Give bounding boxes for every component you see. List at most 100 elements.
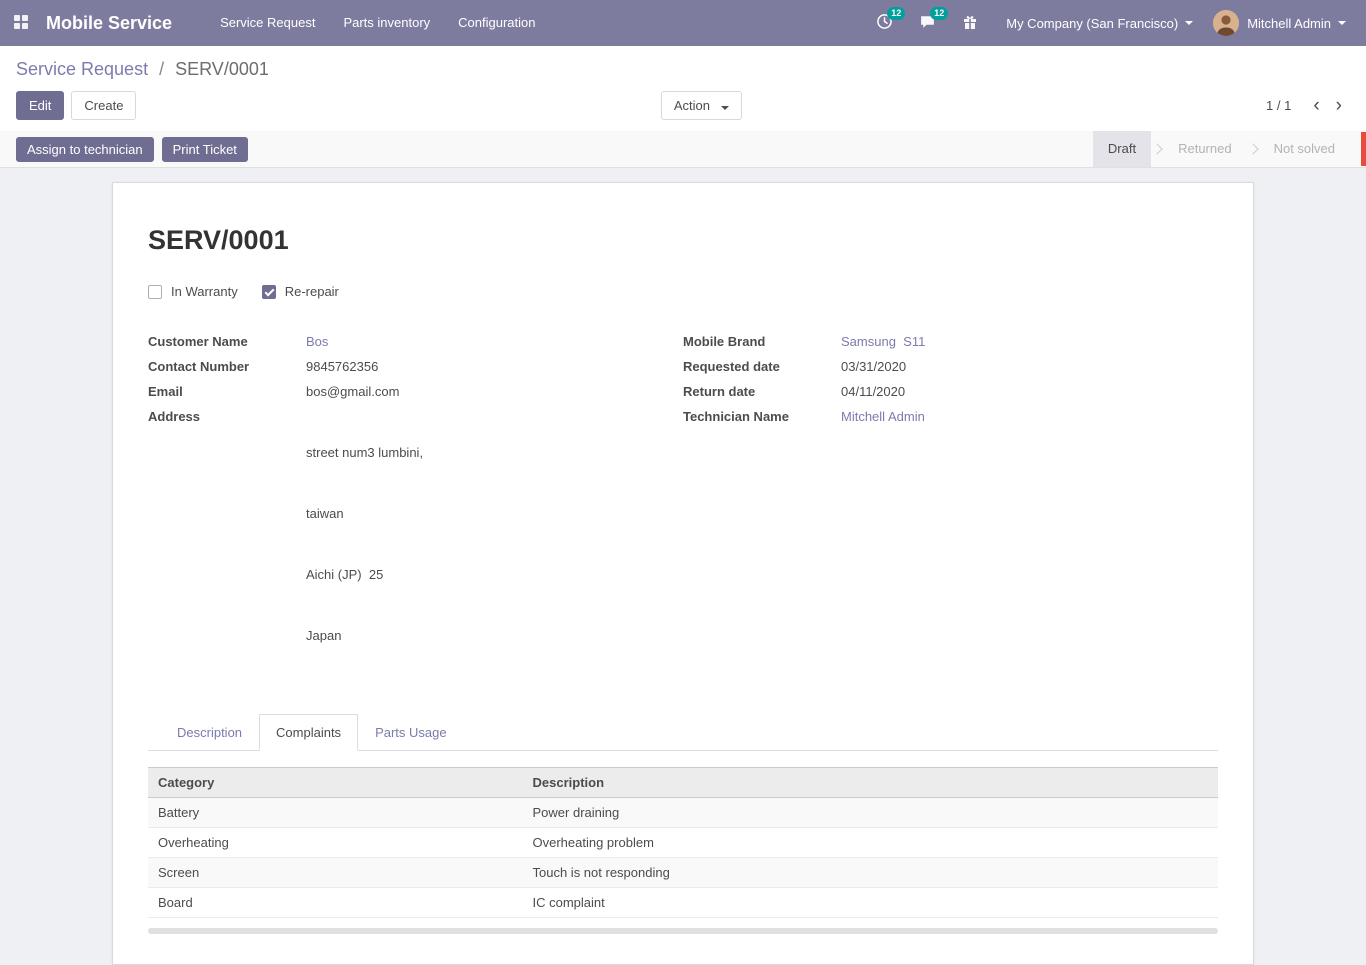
top-navbar: Mobile Service Service Request Parts inv…	[0, 0, 1366, 46]
address-line: Aichi (JP) 25	[306, 566, 423, 584]
cell-description: IC complaint	[523, 888, 1219, 918]
breadcrumb-separator: /	[159, 59, 164, 79]
field-label: Address	[148, 408, 306, 681]
cell-description: Power draining	[523, 798, 1219, 828]
action-dropdown-button[interactable]: Action	[661, 91, 742, 120]
menu-parts-inventory[interactable]: Parts inventory	[329, 0, 444, 46]
messages-badge: 12	[930, 7, 948, 20]
column-header-category: Category	[148, 768, 523, 798]
edit-button[interactable]: Edit	[16, 91, 64, 120]
field-technician-name: Technician Name Mitchell Admin	[683, 408, 1188, 426]
cell-category: Screen	[148, 858, 523, 888]
assign-to-technician-button[interactable]: Assign to technician	[16, 137, 154, 162]
action-area: Action	[136, 91, 1266, 120]
tab-parts-usage[interactable]: Parts Usage	[358, 714, 464, 751]
app-title: Mobile Service	[46, 13, 172, 34]
column-header-description: Description	[523, 768, 1219, 798]
cell-description: Touch is not responding	[523, 858, 1219, 888]
status-step-returned[interactable]: Returned	[1163, 131, 1246, 167]
address-line: Japan	[306, 627, 423, 645]
technician-name-link[interactable]: Mitchell Admin	[841, 408, 925, 426]
menu-service-request[interactable]: Service Request	[206, 0, 329, 46]
tab-description[interactable]: Description	[160, 714, 259, 751]
user-name: Mitchell Admin	[1247, 16, 1331, 31]
company-menu[interactable]: My Company (San Francisco)	[996, 0, 1203, 46]
breadcrumb-current: SERV/0001	[175, 59, 269, 79]
create-button[interactable]: Create	[71, 91, 136, 120]
table-row[interactable]: Battery Power draining	[148, 798, 1218, 828]
record-sheet: SERV/0001 In Warranty Re-repair Customer…	[112, 182, 1254, 965]
status-step-separator-icon	[1247, 143, 1258, 154]
cell-description: Overheating problem	[523, 828, 1219, 858]
pager-next-button[interactable]: ›	[1328, 97, 1350, 115]
chevron-down-icon	[721, 106, 729, 110]
record-title: SERV/0001	[148, 225, 1218, 256]
mobile-brand-link[interactable]: Samsung S11	[841, 333, 925, 351]
form-buttons: Edit Create	[16, 91, 136, 120]
address-line: taiwan	[306, 505, 423, 523]
gift-icon	[962, 14, 978, 33]
chevron-down-icon	[1338, 21, 1346, 25]
gift-button[interactable]	[954, 8, 986, 39]
cell-category: Overheating	[148, 828, 523, 858]
form-view: SERV/0001 In Warranty Re-repair Customer…	[0, 168, 1366, 965]
table-row[interactable]: Overheating Overheating problem	[148, 828, 1218, 858]
red-edge-marker	[1361, 132, 1366, 166]
status-step-separator-icon	[1151, 143, 1162, 154]
field-return-date: Return date 04/11/2020	[683, 383, 1188, 401]
statusbar-buttons: Assign to technician Print Ticket	[16, 137, 248, 162]
table-header-row: Category Description	[148, 768, 1218, 798]
field-group-right: Mobile Brand Samsung S11 Requested date …	[683, 333, 1218, 688]
contact-number-value: 9845762356	[306, 358, 378, 376]
address-line: street num3 lumbini,	[306, 444, 423, 462]
re-repair-flag: Re-repair	[262, 284, 339, 299]
activities-button[interactable]: 12	[868, 7, 901, 39]
apps-menu-button[interactable]	[0, 0, 42, 46]
main-menu: Service Request Parts inventory Configur…	[206, 0, 549, 46]
company-name: My Company (San Francisco)	[1006, 16, 1178, 31]
chevron-down-icon	[1185, 21, 1193, 25]
user-avatar	[1213, 10, 1239, 36]
pager-count: 1 / 1	[1266, 98, 1291, 113]
apps-grid-icon	[13, 14, 29, 33]
table-row[interactable]: Screen Touch is not responding	[148, 858, 1218, 888]
tab-complaints[interactable]: Complaints	[259, 714, 358, 751]
return-date-value: 04/11/2020	[841, 383, 905, 401]
field-customer-name: Customer Name Bos	[148, 333, 653, 351]
table-row[interactable]: Board IC complaint	[148, 888, 1218, 918]
field-label: Customer Name	[148, 333, 306, 351]
in-warranty-label: In Warranty	[171, 284, 238, 299]
field-label: Contact Number	[148, 358, 306, 376]
in-warranty-checkbox[interactable]	[148, 285, 162, 299]
email-value: bos@gmail.com	[306, 383, 399, 401]
complaints-table: Category Description Battery Power drain…	[148, 767, 1218, 918]
pager-previous-button[interactable]: ‹	[1305, 97, 1327, 115]
field-address: Address street num3 lumbini, taiwan Aich…	[148, 408, 653, 681]
field-group-left: Customer Name Bos Contact Number 9845762…	[148, 333, 683, 688]
notebook-tabs: Description Complaints Parts Usage	[148, 714, 1218, 751]
menu-configuration[interactable]: Configuration	[444, 0, 549, 46]
breadcrumb-parent-link[interactable]: Service Request	[16, 59, 148, 79]
status-step-draft[interactable]: Draft	[1093, 131, 1151, 167]
status-step-not-solved[interactable]: Not solved	[1259, 131, 1350, 167]
customer-name-link[interactable]: Bos	[306, 333, 328, 351]
re-repair-label: Re-repair	[285, 284, 339, 299]
action-label: Action	[674, 98, 710, 113]
pager: 1 / 1 ‹ ›	[1266, 97, 1350, 115]
field-groups: Customer Name Bos Contact Number 9845762…	[148, 333, 1218, 688]
horizontal-scrollbar[interactable]	[148, 928, 1218, 934]
user-menu[interactable]: Mitchell Admin	[1203, 0, 1356, 46]
address-value: street num3 lumbini, taiwan Aichi (JP) 2…	[306, 408, 423, 681]
navbar-right: 12 12 My Company (San Franci	[868, 0, 1356, 46]
messages-button[interactable]: 12	[911, 7, 944, 39]
re-repair-checkbox[interactable]	[262, 285, 276, 299]
in-warranty-flag: In Warranty	[148, 284, 238, 299]
field-requested-date: Requested date 03/31/2020	[683, 358, 1188, 376]
complaints-table-wrap: Category Description Battery Power drain…	[148, 767, 1218, 934]
field-contact-number: Contact Number 9845762356	[148, 358, 653, 376]
flag-checkboxes: In Warranty Re-repair	[148, 284, 1218, 299]
field-label: Requested date	[683, 358, 841, 376]
field-email: Email bos@gmail.com	[148, 383, 653, 401]
print-ticket-button[interactable]: Print Ticket	[162, 137, 248, 162]
field-label: Return date	[683, 383, 841, 401]
